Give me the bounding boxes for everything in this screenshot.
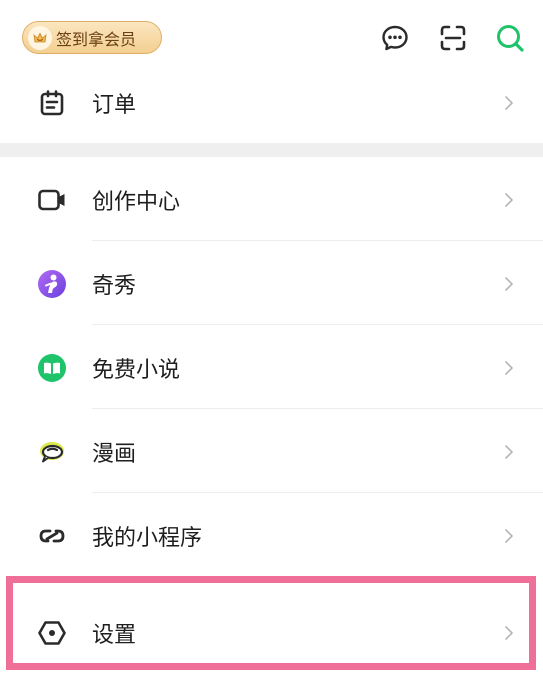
menu-item-label: 创作中心 <box>92 189 181 215</box>
row-divider <box>92 492 543 493</box>
menu-item-orders[interactable]: 订单 <box>0 61 543 144</box>
menu-item-label: 我的小程序 <box>92 525 203 551</box>
chevron-right-icon <box>502 93 516 113</box>
chevron-right-icon <box>502 526 516 546</box>
row-divider <box>92 324 543 325</box>
chevron-right-icon <box>502 274 516 294</box>
chevron-right-icon <box>502 623 516 643</box>
comic-bubble-icon <box>36 436 68 468</box>
menu-item-qixiu[interactable]: 奇秀 <box>0 242 543 325</box>
menu-item-free-novels[interactable]: 免费小说 <box>0 326 543 409</box>
row-divider <box>92 240 543 241</box>
menu-item-label: 奇秀 <box>92 273 137 299</box>
chevron-right-icon <box>502 442 516 462</box>
menu-item-creator-center[interactable]: 创作中心 <box>0 158 543 241</box>
menu-item-label: 订单 <box>92 92 137 118</box>
link-icon <box>36 520 68 552</box>
clipboard-icon <box>36 87 68 119</box>
qixiu-logo-icon <box>36 268 68 300</box>
checkin-member-badge[interactable]: 签到拿会员 <box>22 21 162 54</box>
hexagon-gear-icon <box>36 617 68 649</box>
crown-icon <box>28 25 52 50</box>
video-camera-icon <box>36 184 68 216</box>
member-badge-label: 签到拿会员 <box>56 29 137 49</box>
row-divider <box>92 408 543 409</box>
menu-item-settings[interactable]: 设置 <box>0 591 543 674</box>
menu-item-mini-programs[interactable]: 我的小程序 <box>0 494 543 577</box>
menu-item-label: 免费小说 <box>92 357 181 383</box>
chevron-right-icon <box>502 190 516 210</box>
menu-item-label: 设置 <box>92 622 137 648</box>
scan-icon[interactable] <box>437 22 469 54</box>
section-divider <box>0 143 543 157</box>
open-book-icon <box>36 352 68 384</box>
search-icon[interactable] <box>494 22 526 54</box>
menu-item-comics[interactable]: 漫画 <box>0 410 543 493</box>
chevron-right-icon <box>502 358 516 378</box>
menu-item-label: 漫画 <box>92 441 137 467</box>
message-icon[interactable] <box>379 22 411 54</box>
